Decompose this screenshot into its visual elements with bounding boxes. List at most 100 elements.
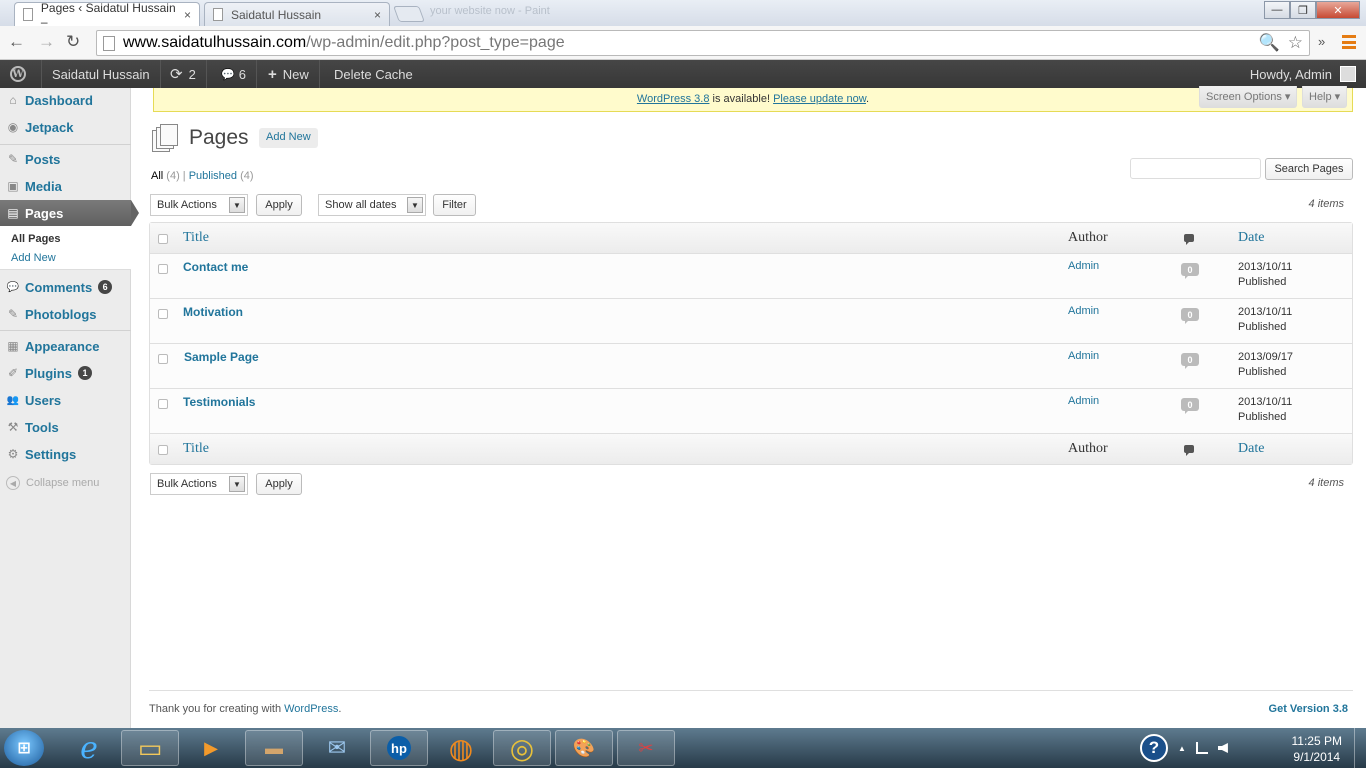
forward-icon[interactable]: →: [38, 32, 55, 52]
column-author: Author: [1068, 441, 1108, 456]
select-all-checkbox[interactable]: [158, 445, 168, 455]
chrome-menu-icon[interactable]: [1342, 35, 1356, 49]
help-tray-icon[interactable]: ?: [1140, 734, 1168, 762]
help-button[interactable]: Help ▾: [1302, 86, 1348, 108]
sidebar-item-plugins[interactable]: ✐ Plugins 1: [0, 361, 131, 385]
search-input[interactable]: [1130, 158, 1261, 179]
row-author-link[interactable]: Admin: [1068, 350, 1099, 362]
submenu-all-pages[interactable]: All Pages: [11, 233, 61, 245]
overflow-icon[interactable]: »: [1318, 34, 1325, 49]
back-icon[interactable]: ←: [8, 32, 25, 52]
show-desktop-button[interactable]: [1354, 728, 1366, 768]
sidebar-item-media[interactable]: ▣ Media: [0, 174, 131, 198]
update-now-link[interactable]: Please update now: [773, 93, 866, 105]
paint-icon[interactable]: 🎨: [555, 730, 613, 766]
row-title-link[interactable]: Testimonials: [183, 395, 255, 409]
comment-count-bubble[interactable]: 0: [1181, 263, 1199, 279]
row-checkbox[interactable]: [158, 399, 168, 409]
close-window-button[interactable]: ✕: [1316, 1, 1360, 19]
comment-count-bubble[interactable]: 0: [1181, 308, 1199, 324]
minimize-button[interactable]: —: [1264, 1, 1290, 19]
column-title[interactable]: Title: [183, 230, 209, 246]
close-tab-icon[interactable]: ×: [184, 8, 191, 22]
firefox-icon[interactable]: ◍: [432, 730, 490, 766]
updates-link[interactable]: ⟳ 2: [160, 60, 207, 88]
sidebar-item-posts[interactable]: ✎ Posts: [0, 147, 131, 171]
sidebar-item-pages[interactable]: ▤ Pages: [0, 200, 139, 226]
file-explorer-icon[interactable]: ▭: [121, 730, 179, 766]
row-author-link[interactable]: Admin: [1068, 395, 1099, 407]
screen-options-button[interactable]: Screen Options ▾: [1199, 86, 1298, 108]
bulk-actions-select-bottom[interactable]: Bulk Actions ▼: [150, 473, 248, 495]
bulk-actions-select[interactable]: Bulk Actions ▼: [150, 194, 248, 216]
app-window-icon[interactable]: ▬: [245, 730, 303, 766]
comments-column-icon[interactable]: [1184, 445, 1194, 456]
plugin-icon: ✐: [7, 366, 19, 380]
zoom-icon[interactable]: 🔍: [1259, 33, 1280, 53]
reload-icon[interactable]: ↻: [66, 32, 80, 52]
sidebar-item-jetpack[interactable]: ◉ Jetpack: [0, 115, 131, 139]
apply-button-bottom[interactable]: Apply: [256, 473, 302, 495]
sidebar-item-tools[interactable]: ⚒ Tools: [0, 415, 131, 439]
thunderbird-icon[interactable]: ✉: [308, 730, 366, 766]
row-author-link[interactable]: Admin: [1068, 305, 1099, 317]
sidebar-item-dashboard[interactable]: ⌂ Dashboard: [0, 88, 131, 112]
row-checkbox[interactable]: [158, 264, 168, 274]
row-checkbox[interactable]: [158, 309, 168, 319]
sidebar-item-photoblogs[interactable]: ✎ Photoblogs: [0, 302, 131, 326]
wordpress-link[interactable]: WordPress: [284, 703, 338, 715]
taskbar-clock[interactable]: 11:25 PM 9/1/2014: [1292, 733, 1342, 765]
apply-button[interactable]: Apply: [256, 194, 302, 216]
network-icon[interactable]: [1195, 742, 1208, 754]
sidebar-item-comments[interactable]: 💬 Comments 6: [0, 275, 131, 299]
address-bar[interactable]: www.saidatulhussain.com /wp-admin/edit.p…: [96, 30, 1310, 56]
filter-button[interactable]: Filter: [433, 194, 476, 216]
new-tab-button[interactable]: [393, 6, 425, 22]
site-name-link[interactable]: Saidatul Hussain: [42, 60, 161, 88]
sidebar-item-appearance[interactable]: ▦ Appearance: [0, 334, 131, 358]
row-title-link[interactable]: Motivation: [183, 305, 243, 319]
maximize-button[interactable]: ❐: [1290, 1, 1316, 19]
tab-saidatul[interactable]: Saidatul Hussain ×: [204, 2, 390, 26]
comment-count-bubble[interactable]: 0: [1181, 353, 1199, 369]
column-date[interactable]: Date: [1238, 441, 1264, 457]
tray-expand-icon[interactable]: ▲: [1178, 744, 1186, 753]
comments-column-icon[interactable]: [1184, 234, 1194, 245]
get-version-link[interactable]: Get Version 3.8: [1269, 703, 1348, 715]
dates-select[interactable]: Show all dates ▼: [318, 194, 426, 216]
column-title[interactable]: Title: [183, 441, 209, 457]
filter-all[interactable]: All: [151, 170, 163, 182]
column-date[interactable]: Date: [1238, 230, 1264, 246]
jetpack-icon: ◉: [7, 120, 19, 134]
row-checkbox[interactable]: [158, 354, 168, 364]
delete-cache-link[interactable]: Delete Cache: [324, 60, 423, 88]
select-all-checkbox[interactable]: [158, 234, 168, 244]
sidebar-item-users[interactable]: 👥 Users: [0, 388, 131, 412]
volume-icon[interactable]: [1217, 743, 1228, 753]
media-player-icon[interactable]: ▶: [182, 730, 240, 766]
snipping-tool-icon[interactable]: ✂: [617, 730, 675, 766]
wp-logo-menu[interactable]: W: [0, 60, 42, 88]
new-content-link[interactable]: + New: [258, 60, 320, 88]
close-tab-icon[interactable]: ×: [374, 8, 381, 22]
comment-count-bubble[interactable]: 0: [1181, 398, 1199, 414]
tab-pages[interactable]: Pages ‹ Saidatul Hussain – ×: [14, 1, 200, 29]
start-button-icon[interactable]: ⊞: [4, 730, 44, 766]
submenu-add-new[interactable]: Add New: [11, 252, 56, 264]
row-author-link[interactable]: Admin: [1068, 260, 1099, 272]
wordpress-version-link[interactable]: WordPress 3.8: [637, 93, 710, 105]
my-account-menu[interactable]: Howdy, Admin: [1250, 60, 1356, 88]
add-new-button[interactable]: Add New: [259, 128, 318, 148]
chrome-icon[interactable]: ◎: [493, 730, 551, 766]
sidebar-item-settings[interactable]: ⚙ Settings: [0, 442, 131, 466]
footer-thanks: Thank you for creating with WordPress.: [149, 703, 341, 715]
row-title-link[interactable]: Sample Page: [184, 350, 259, 364]
internet-explorer-icon[interactable]: e: [60, 730, 118, 766]
comments-link[interactable]: 💬 6: [211, 60, 257, 88]
search-pages-button[interactable]: Search Pages: [1265, 158, 1353, 180]
star-icon[interactable]: ☆: [1288, 33, 1303, 53]
hp-icon[interactable]: hp: [370, 730, 428, 766]
filter-published[interactable]: Published: [189, 170, 237, 182]
collapse-menu-button[interactable]: ◀ Collapse menu: [6, 476, 99, 490]
row-title-link[interactable]: Contact me: [183, 260, 248, 274]
